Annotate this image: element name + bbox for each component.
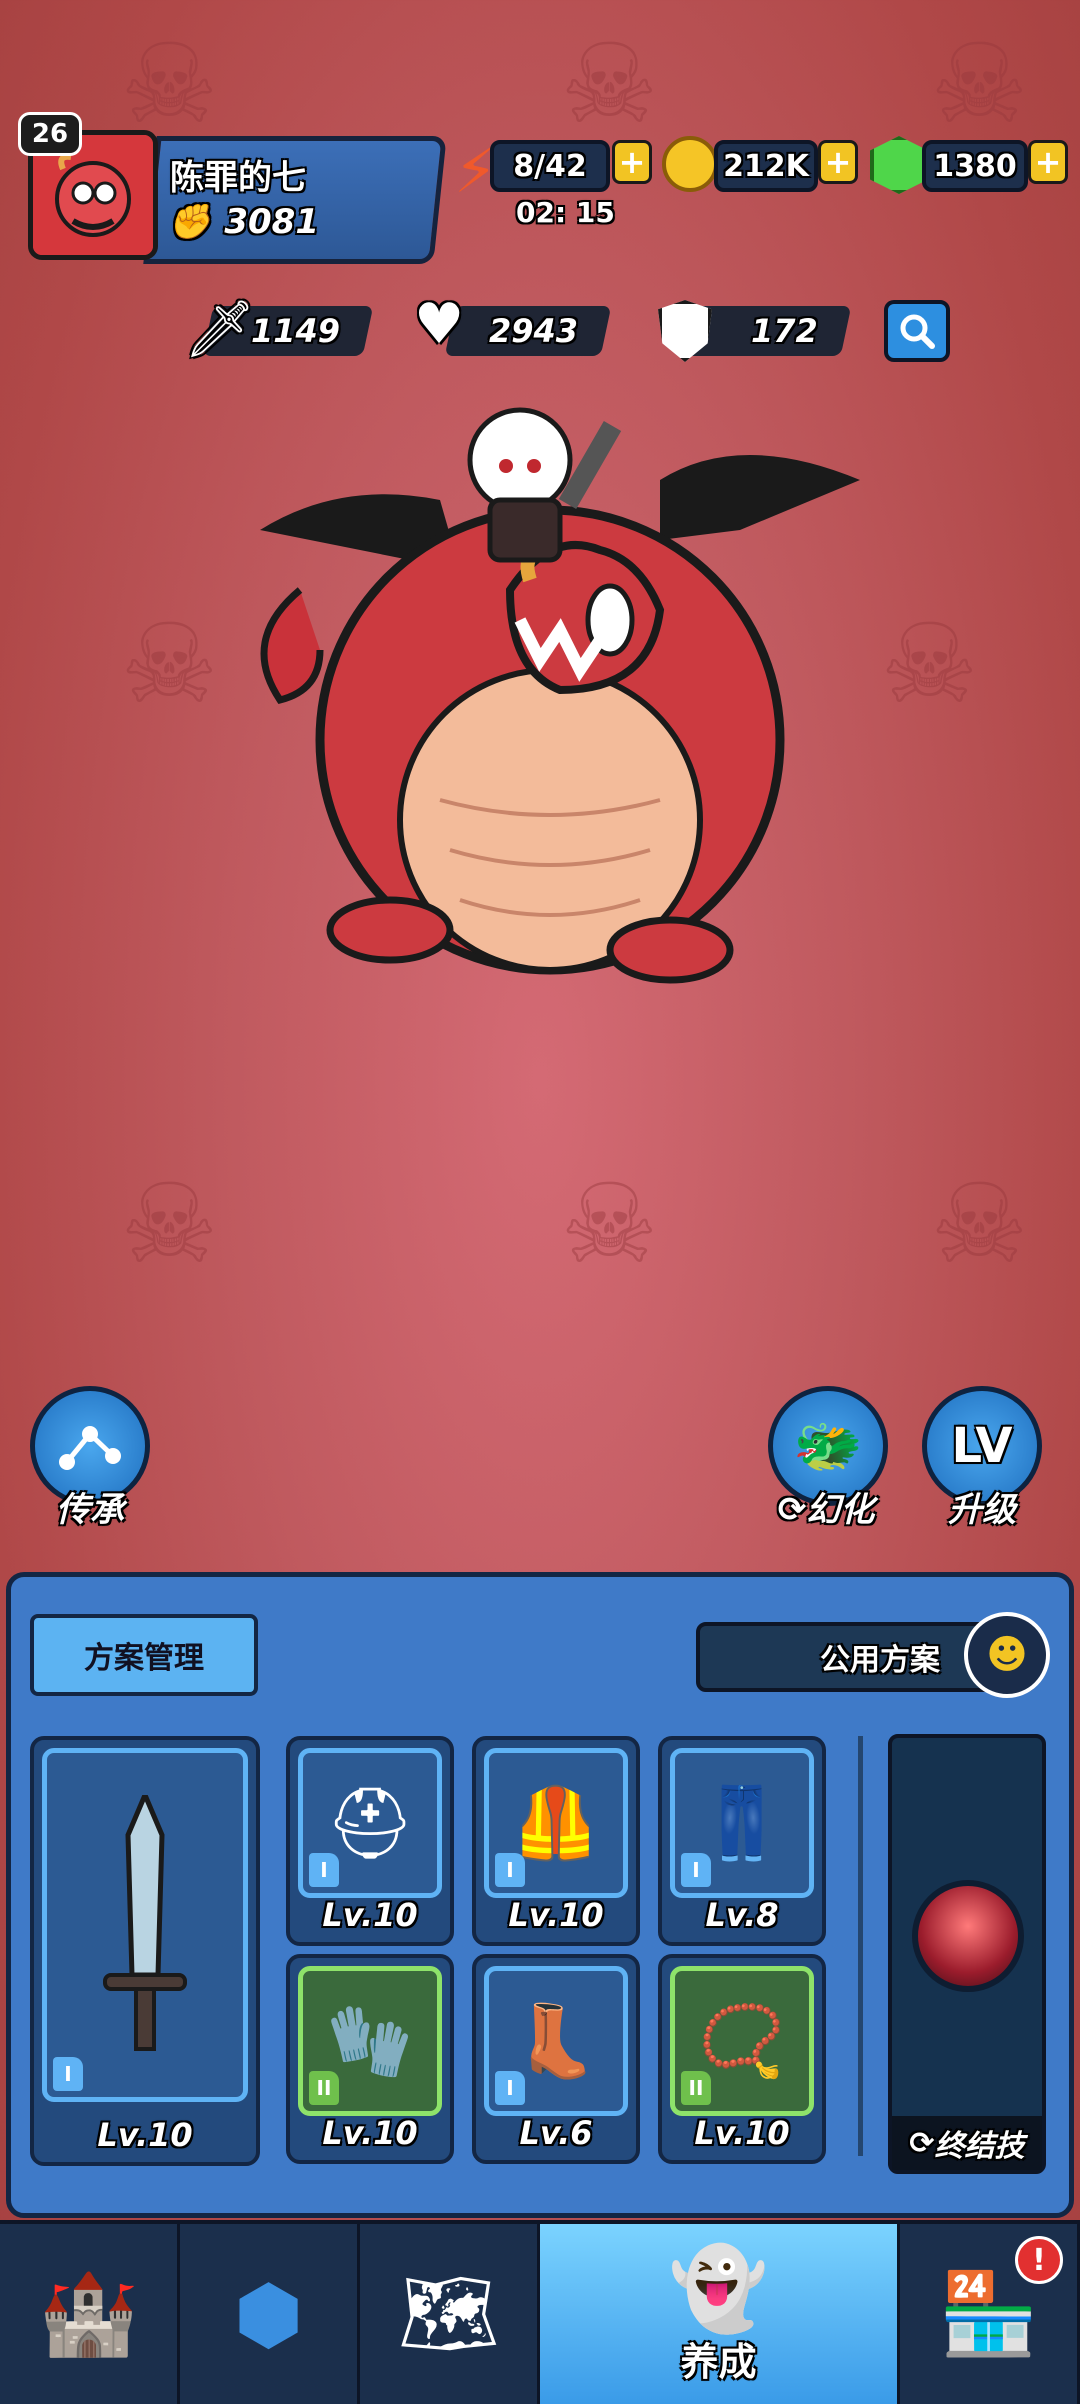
necklace-slot[interactable]: 📿 II Lv.10 [658,1954,826,2164]
helmet-rank: I [309,1853,339,1887]
character-dragon-mount[interactable] [220,370,870,990]
dragon-head-icon: 🐲 [793,1414,863,1479]
crystal-castle-icon: 🏰 [38,2267,139,2360]
gem-icon [870,136,928,194]
background-monster-mark: ☠ [930,20,1029,148]
add-stamina-button[interactable]: + [612,140,652,184]
nav-tab-rune[interactable]: ⬢ [180,2224,360,2404]
finisher-label: ⟳ 终结技 [892,2116,1042,2170]
boots-icon: 👢 [512,1999,600,2082]
weapon-slot[interactable]: I Lv.10 [30,1736,260,2166]
notification-badge: ! [1015,2236,1063,2284]
player-level-badge: 26 [18,112,82,156]
bracer-rank: II [309,2071,339,2105]
character-pet-icon: 👻 [668,2242,769,2335]
nav-tab-castle[interactable]: 🏰 [0,2224,180,2404]
fist-icon: ✊ [168,202,211,242]
node-graph-icon [59,1426,121,1470]
public-scheme-label: 公用方案 [820,1643,940,1678]
armor-vest-icon: 🦺 [512,1781,600,1864]
weapon-rank: I [53,2057,83,2091]
armor-rank: I [495,1853,525,1887]
pants-frame: 👖 I [670,1748,814,1898]
background-monster-mark: ☠ [560,20,659,148]
panel-divider [858,1736,863,2156]
pants-slot[interactable]: 👖 I Lv.8 [658,1736,826,1946]
stamina-timer: 02: 15 [516,196,615,229]
refresh-icon: ⟳ [777,1490,807,1530]
gold-value: 212K [723,148,809,184]
pet-face-icon: ☻ [986,1632,1028,1678]
sword-item-icon [103,1795,187,2051]
armor-frame: 🦺 I [484,1748,628,1898]
gem-value: 1380 [933,148,1017,184]
bottom-nav: 🏰 ⬢ 🗺 👻 养成 🏪 ! [0,2220,1080,2404]
necklace-icon: 📿 [698,1999,786,2082]
attack-value: 1149 [250,312,340,350]
bracer-level: Lv.10 [322,2114,418,2152]
gold-counter: 212K [714,140,818,192]
finisher-skill-icon [912,1880,1024,1992]
boots-rank: I [495,2071,525,2105]
defense-value: 172 [751,312,818,350]
hexagon-rune-icon: ⬢ [233,2267,304,2361]
search-button[interactable] [884,300,950,362]
pet-avatar-icon[interactable]: ☻ [964,1612,1050,1698]
weapon-frame: I [42,1748,248,2102]
background-monster-mark: ☠ [120,20,219,148]
inherit-label: 传承 [56,1490,124,1530]
combat-power: ✊ 3081 [168,202,319,242]
shop-house-icon: 🏪 [938,2267,1039,2360]
nav-tab-cultivate[interactable]: 👻 养成 [540,2224,900,2404]
player-name: 陈罪的七 [170,158,306,198]
background-monster-mark: ☠ [120,600,219,728]
armor-slot[interactable]: 🦺 I Lv.10 [472,1736,640,1946]
bracer-icon: 🧤 [326,1999,414,2082]
sword-icon: 🗡 [184,297,256,362]
helmet-frame: ⛑ I [298,1748,442,1898]
gem-counter: 1380 [922,140,1028,192]
transform-label-text: 幻化 [806,1490,875,1530]
background-monster-mark: ☠ [120,1160,219,1288]
transform-label: ⟳幻化 [756,1482,896,1531]
scheme-manage-button[interactable]: 方案管理 [30,1614,258,1696]
background-monster-mark: ☠ [880,600,979,728]
health-stat: 2943 [444,306,612,356]
level-up-icon: LV [951,1418,1013,1474]
necklace-frame: 📿 II [670,1966,814,2116]
nav-tab-shop[interactable]: 🏪 ! [900,2224,1080,2404]
bracer-slot[interactable]: 🧤 II Lv.10 [286,1954,454,2164]
add-gem-button[interactable]: + [1028,140,1068,184]
stamina-counter: 8/42 [490,140,610,192]
bracer-frame: 🧤 II [298,1966,442,2116]
nav-tab-map[interactable]: 🗺 [360,2224,540,2404]
helmet-slot[interactable]: ⛑ I Lv.10 [286,1736,454,1946]
gold-coin-icon [662,136,718,192]
armor-level: Lv.10 [508,1896,604,1934]
health-value: 2943 [488,312,578,350]
finisher-label-text: 终结技 [934,2129,1025,2164]
combat-power-value: 3081 [224,202,319,242]
stamina-value: 8/42 [513,148,587,184]
helmet-level: Lv.10 [322,1896,418,1934]
pants-rank: I [681,1853,711,1887]
refresh-icon: ⟳ [909,2125,935,2161]
boots-frame: 👢 I [484,1966,628,2116]
boots-slot[interactable]: 👢 I Lv.6 [472,1954,640,2164]
weapon-level: Lv.10 [97,2116,193,2154]
pants-level: Lv.8 [705,1896,779,1934]
boots-level: Lv.6 [519,2114,593,2152]
necklace-level: Lv.10 [694,2114,790,2152]
background-monster-mark: ☠ [560,1160,659,1288]
add-gold-button[interactable]: + [818,140,858,184]
treasure-map-icon: 🗺 [397,2267,500,2360]
nav-cultivate-label: 养成 [680,2340,757,2384]
heart-icon: ♥ [414,292,465,357]
background-monster-mark: ☠ [930,1160,1029,1288]
helmet-icon: ⛑ [325,1781,415,1864]
upgrade-label: 升级 [948,1490,1016,1530]
necklace-rank: II [681,2071,711,2105]
magnifier-icon [900,314,935,349]
pants-icon: 👖 [698,1781,786,1864]
